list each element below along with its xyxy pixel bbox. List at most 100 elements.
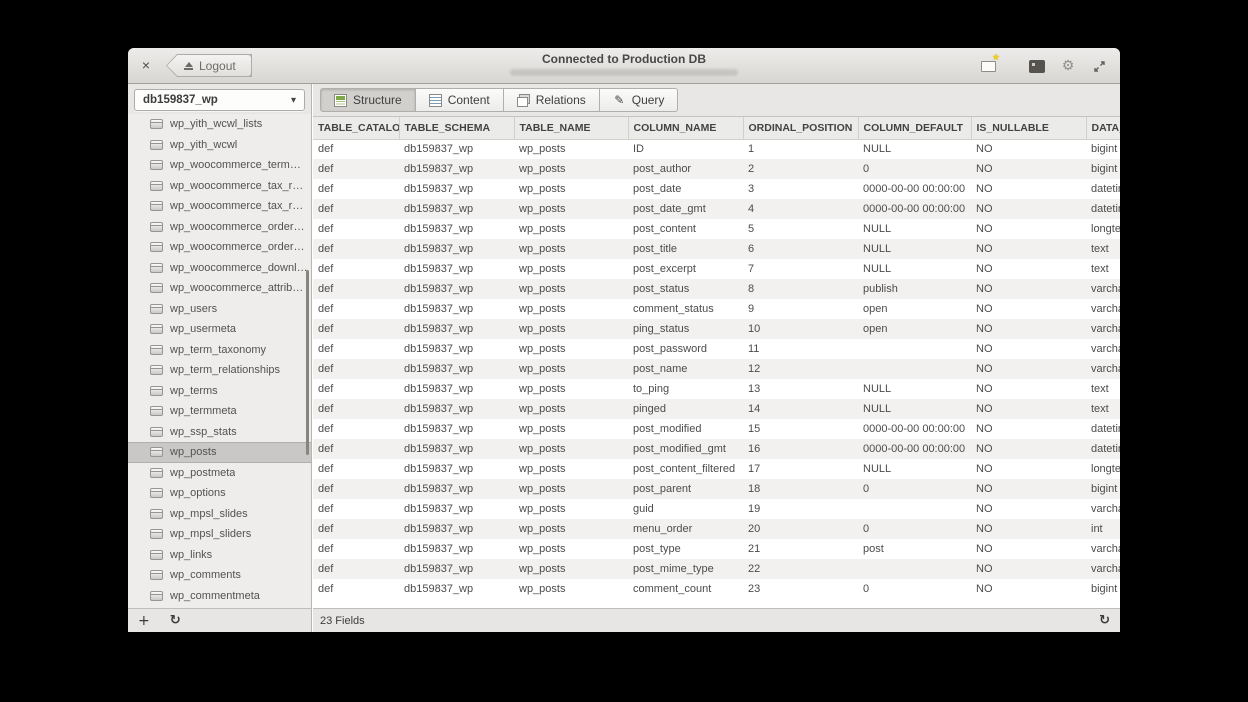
sidebar-item-wp_comments[interactable]: wp_comments	[128, 565, 311, 586]
sidebar-item-wp_woocommerce_order_items[interactable]: wp_woocommerce_order_items	[128, 217, 311, 238]
table-row[interactable]: defdb159837_wpwp_postspost_mime_type22NO…	[313, 559, 1120, 579]
cell-column_name: post_mime_type	[628, 559, 743, 579]
sidebar-item-wp_yith_wcwl_lists[interactable]: wp_yith_wcwl_lists	[128, 114, 311, 135]
table-list: wp_yith_wcwl_listswp_yith_wcwlwp_woocomm…	[128, 114, 311, 608]
titlebar-actions: ★ ⚙	[979, 48, 1108, 84]
tab-content[interactable]: Content	[416, 88, 504, 112]
sidebar-item-wp_term_taxonomy[interactable]: wp_term_taxonomy	[128, 340, 311, 361]
cell-table_catalog: def	[313, 219, 399, 239]
database-selector[interactable]: db159837_wp ▾	[134, 89, 305, 111]
table-row[interactable]: defdb159837_wpwp_postspost_content5NULLN…	[313, 219, 1120, 239]
table-row[interactable]: defdb159837_wpwp_postspost_excerpt7NULLN…	[313, 259, 1120, 279]
table-row[interactable]: defdb159837_wpwp_postspost_type21postNOv…	[313, 539, 1120, 559]
table-icon	[150, 242, 163, 252]
sidebar-item-label: wp_ssp_stats	[170, 426, 237, 438]
sidebar-item-wp_commentmeta[interactable]: wp_commentmeta	[128, 586, 311, 607]
sidebar-item-wp_posts[interactable]: wp_posts	[128, 442, 311, 463]
sidebar-item-wp_usermeta[interactable]: wp_usermeta	[128, 319, 311, 340]
sidebar-item-wp_woocommerce_termmeta[interactable]: wp_woocommerce_termmeta	[128, 155, 311, 176]
table-row[interactable]: defdb159837_wpwp_postsID1NULLNObigint	[313, 139, 1120, 159]
table-row[interactable]: defdb159837_wpwp_postsguid19NOvarchar	[313, 499, 1120, 519]
sidebar-item-wp_terms[interactable]: wp_terms	[128, 381, 311, 402]
cell-data_type: varchar	[1086, 359, 1120, 379]
refresh-structure-icon[interactable]: ↻	[1099, 614, 1110, 627]
sidebar-item-wp_termmeta[interactable]: wp_termmeta	[128, 401, 311, 422]
cell-data_type: varchar	[1086, 539, 1120, 559]
table-row[interactable]: defdb159837_wpwp_postsmenu_order200NOint	[313, 519, 1120, 539]
cell-is_nullable: NO	[971, 459, 1086, 479]
tab-label: Content	[448, 93, 490, 107]
cell-ordinal_position: 9	[743, 299, 858, 319]
cell-table_schema: db159837_wp	[399, 539, 514, 559]
table-row[interactable]: defdb159837_wpwp_postspost_date30000-00-…	[313, 179, 1120, 199]
cell-table_name: wp_posts	[514, 459, 628, 479]
table-row[interactable]: defdb159837_wpwp_postspost_password11NOv…	[313, 339, 1120, 359]
table-row[interactable]: defdb159837_wpwp_postspost_parent180NObi…	[313, 479, 1120, 499]
sidebar-item-wp_term_relationships[interactable]: wp_term_relationships	[128, 360, 311, 381]
cell-column_default: 0000-00-00 00:00:00	[858, 199, 971, 219]
cell-table_schema: db159837_wp	[399, 399, 514, 419]
cell-table_schema: db159837_wp	[399, 559, 514, 579]
sidebar-item-wp_woocommerce_downloadabl[interactable]: wp_woocommerce_downloadabl…	[128, 258, 311, 279]
column-header-column_default[interactable]: COLUMN_DEFAULT	[858, 117, 971, 139]
tab-relations[interactable]: Relations	[504, 88, 600, 112]
tab-query[interactable]: ✎Query	[600, 88, 679, 112]
titlebar[interactable]: × Logout Connected to Production DB ★	[128, 48, 1120, 84]
cell-is_nullable: NO	[971, 159, 1086, 179]
table-row[interactable]: defdb159837_wpwp_postsping_status10openN…	[313, 319, 1120, 339]
sidebar-item-wp_mpsl_sliders[interactable]: wp_mpsl_sliders	[128, 524, 311, 545]
column-header-table_catalog[interactable]: TABLE_CATALOG	[313, 117, 399, 139]
table-row[interactable]: defdb159837_wpwp_postspost_name12NOvarch…	[313, 359, 1120, 379]
table-icon	[150, 406, 163, 416]
sidebar-item-wp_woocommerce_attribute_tax[interactable]: wp_woocommerce_attribute_tax…	[128, 278, 311, 299]
tab-structure[interactable]: Structure	[320, 88, 416, 112]
table-row[interactable]: defdb159837_wpwp_postspost_content_filte…	[313, 459, 1120, 479]
column-header-data_type[interactable]: DATA_TYPE	[1086, 117, 1120, 139]
column-header-table_schema[interactable]: TABLE_SCHEMA	[399, 117, 514, 139]
table-row[interactable]: defdb159837_wpwp_postspost_status8publis…	[313, 279, 1120, 299]
refresh-tables-icon[interactable]: ↻	[170, 614, 181, 627]
table-icon	[150, 468, 163, 478]
table-row[interactable]: defdb159837_wpwp_poststo_ping13NULLNOtex…	[313, 379, 1120, 399]
cell-column_default: NULL	[858, 399, 971, 419]
sidebar-item-wp_woocommerce_tax_rate_loca[interactable]: wp_woocommerce_tax_rate_loca…	[128, 176, 311, 197]
add-button[interactable]: +	[138, 614, 150, 628]
sidebar-item-wp_mpsl_slides[interactable]: wp_mpsl_slides	[128, 504, 311, 525]
table-row[interactable]: defdb159837_wpwp_postspost_modified15000…	[313, 419, 1120, 439]
cell-column_default: publish	[858, 279, 971, 299]
cell-table_catalog: def	[313, 379, 399, 399]
cell-table_catalog: def	[313, 259, 399, 279]
column-header-table_name[interactable]: TABLE_NAME	[514, 117, 628, 139]
structure-grid: TABLE_CATALOGTABLE_SCHEMATABLE_NAMECOLUM…	[313, 117, 1120, 608]
terminal-icon[interactable]	[1028, 57, 1046, 75]
sidebar-item-wp_links[interactable]: wp_links	[128, 545, 311, 566]
sidebar-item-wp_options[interactable]: wp_options	[128, 483, 311, 504]
column-header-is_nullable[interactable]: IS_NULLABLE	[971, 117, 1086, 139]
close-icon[interactable]: ×	[137, 57, 155, 75]
settings-gear-icon[interactable]: ⚙	[1059, 57, 1077, 75]
sidebar-item-wp_woocommerce_tax_rates[interactable]: wp_woocommerce_tax_rates	[128, 196, 311, 217]
cell-column_name: comment_status	[628, 299, 743, 319]
cell-column_default: NULL	[858, 459, 971, 479]
sidebar-item-wp_users[interactable]: wp_users	[128, 299, 311, 320]
sidebar-item-wp_ssp_stats[interactable]: wp_ssp_stats	[128, 422, 311, 443]
column-header-column_name[interactable]: COLUMN_NAME	[628, 117, 743, 139]
column-header-ordinal_position[interactable]: ORDINAL_POSITION	[743, 117, 858, 139]
logout-button[interactable]: Logout	[166, 54, 252, 77]
sidebar-item-wp_yith_wcwl[interactable]: wp_yith_wcwl	[128, 135, 311, 156]
table-row[interactable]: defdb159837_wpwp_postscomment_status9ope…	[313, 299, 1120, 319]
fullscreen-icon[interactable]	[1090, 57, 1108, 75]
table-row[interactable]: defdb159837_wpwp_postscomment_count230NO…	[313, 579, 1120, 599]
sidebar-item-wp_postmeta[interactable]: wp_postmeta	[128, 463, 311, 484]
table-row[interactable]: defdb159837_wpwp_postspinged14NULLNOtext	[313, 399, 1120, 419]
sidebar-scrollbar[interactable]	[306, 270, 309, 455]
table-row[interactable]: defdb159837_wpwp_postspost_modified_gmt1…	[313, 439, 1120, 459]
table-row[interactable]: defdb159837_wpwp_postspost_author20NObig…	[313, 159, 1120, 179]
sidebar-item-wp_woocommerce_order_itemm[interactable]: wp_woocommerce_order_itemm…	[128, 237, 311, 258]
new-window-star-icon[interactable]: ★	[979, 57, 997, 75]
table-icon	[150, 201, 163, 211]
tab-label: Structure	[353, 93, 402, 107]
table-row[interactable]: defdb159837_wpwp_postspost_date_gmt40000…	[313, 199, 1120, 219]
table-icon	[150, 263, 163, 273]
table-row[interactable]: defdb159837_wpwp_postspost_title6NULLNOt…	[313, 239, 1120, 259]
